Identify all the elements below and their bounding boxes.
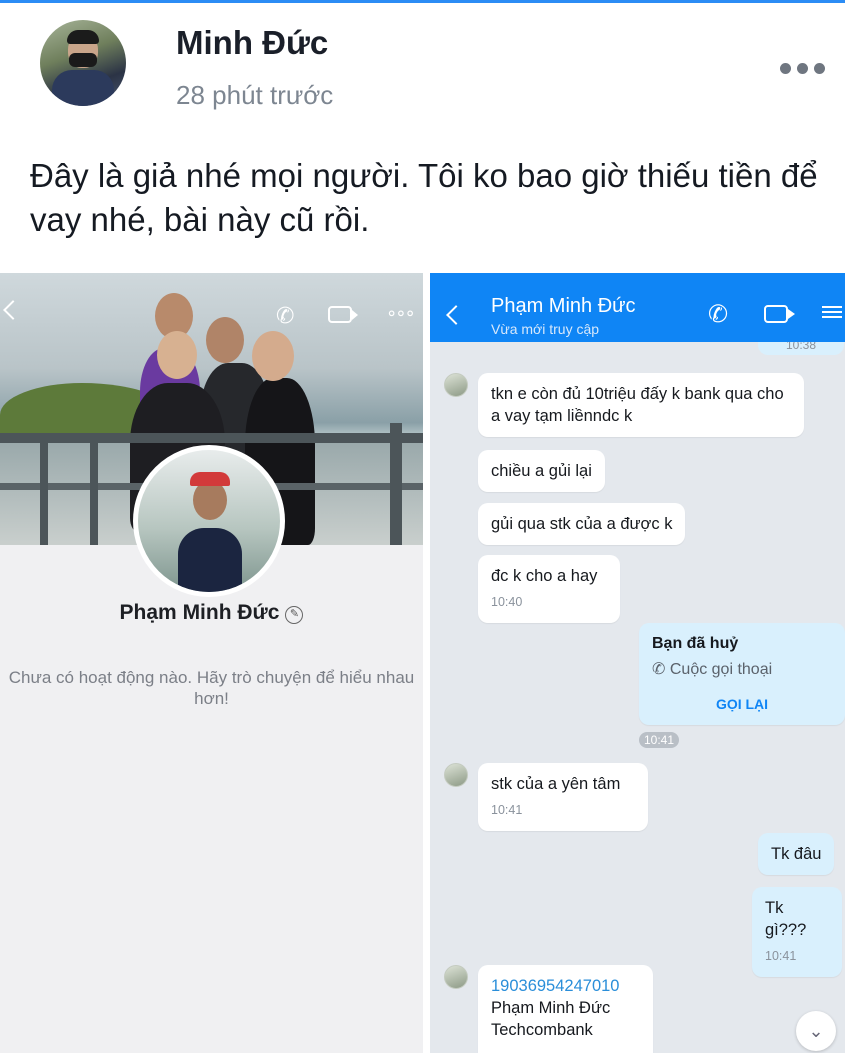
- message-time: 10:41: [491, 803, 523, 817]
- profile-empty-note: Chưa có hoạt động nào. Hãy trò chuyện để…: [8, 668, 415, 708]
- chat-back-icon[interactable]: [446, 305, 466, 325]
- profile-more-icon[interactable]: ∘∘∘: [386, 303, 416, 324]
- profile-name-text: Phạm Minh Đức: [119, 601, 280, 624]
- sender-avatar[interactable]: [444, 763, 468, 787]
- message-time: 10:41: [765, 949, 797, 963]
- chat-menu-icon[interactable]: [822, 303, 842, 323]
- message-bubble[interactable]: tkn e còn đủ 10triệu đấy k bank qua cho …: [478, 373, 804, 437]
- profile-video-icon[interactable]: [328, 306, 358, 323]
- call-type-text: Cuộc gọi thoại: [669, 661, 773, 678]
- message-text: stk của a yên tâm: [491, 775, 621, 793]
- account-name: Phạm Minh Đức: [491, 999, 611, 1017]
- post-time: 28 phút trước: [176, 80, 334, 110]
- chat-header: Phạm Minh Đức Vừa mới truy cập ✆: [430, 273, 845, 342]
- message-text: gủi qua stk của a được k: [491, 515, 673, 533]
- top-accent-line: [0, 0, 845, 3]
- post-text: Đây là giả nhé mọi người. Tôi ko bao giờ…: [30, 157, 818, 238]
- message-bubble[interactable]: Tk gì??? 10:41: [752, 887, 842, 977]
- chat-contact-status: Vừa mới truy cập: [491, 321, 600, 337]
- account-number[interactable]: 19036954247010: [491, 975, 640, 997]
- chevron-down-icon[interactable]: ⌄: [796, 1011, 836, 1051]
- message-bubble[interactable]: Tk đâu: [758, 833, 835, 875]
- profile-screenshot: ✆ ∘∘∘ Phạm Minh Đức ✎ Chưa có hoạt động n…: [0, 273, 423, 1053]
- bank-name: Techcombank: [491, 1021, 593, 1039]
- message-time: 10:41: [639, 732, 680, 748]
- chat-video-icon[interactable]: [764, 305, 795, 323]
- message-text: tkn e còn đủ 10triệu đấy k bank qua cho …: [491, 385, 784, 425]
- call-bubble[interactable]: Bạn đã huỷ ✆ Cuộc gọi thoại GỌI LẠI: [639, 623, 845, 725]
- message-bubble[interactable]: stk của a yên tâm 10:41: [478, 763, 648, 831]
- message-bubble[interactable]: chiều a gủi lại: [478, 450, 605, 492]
- message-text: Tk gì???: [765, 899, 807, 939]
- sender-avatar[interactable]: [444, 373, 468, 397]
- message-text: Tk đâu: [771, 845, 822, 863]
- message-bubble[interactable]: gủi qua stk của a được k: [478, 503, 686, 545]
- profile-name: Phạm Minh Đức ✎: [0, 601, 423, 625]
- call-again-button[interactable]: GỌI LẠI: [652, 693, 832, 715]
- message-bubble[interactable]: đc k cho a hay 10:40: [478, 555, 620, 623]
- message-time: 10:40: [491, 595, 523, 609]
- sender-avatar[interactable]: [444, 965, 468, 989]
- message-text: chiều a gủi lại: [491, 462, 592, 480]
- author-avatar[interactable]: [40, 20, 126, 106]
- profile-phone-icon[interactable]: ✆: [276, 303, 294, 329]
- more-options-icon[interactable]: [780, 60, 828, 76]
- message-text: đc k cho a hay: [491, 567, 598, 585]
- author-name[interactable]: Minh Đức: [176, 24, 328, 62]
- chat-phone-icon[interactable]: ✆: [708, 300, 728, 329]
- call-type: ✆ Cuộc gọi thoại: [652, 659, 832, 681]
- profile-avatar: [133, 445, 285, 597]
- chat-screenshot: 10:38 Phạm Minh Đức Vừa mới truy cập ✆ t…: [430, 273, 845, 1053]
- missed-call-icon: ✆: [652, 661, 670, 678]
- edit-icon[interactable]: ✎: [285, 606, 304, 624]
- call-status: Bạn đã huỷ: [652, 635, 739, 652]
- chat-contact-name[interactable]: Phạm Minh Đức: [491, 295, 636, 318]
- account-bubble[interactable]: 19036954247010 Phạm Minh Đức Techcombank: [478, 965, 653, 1053]
